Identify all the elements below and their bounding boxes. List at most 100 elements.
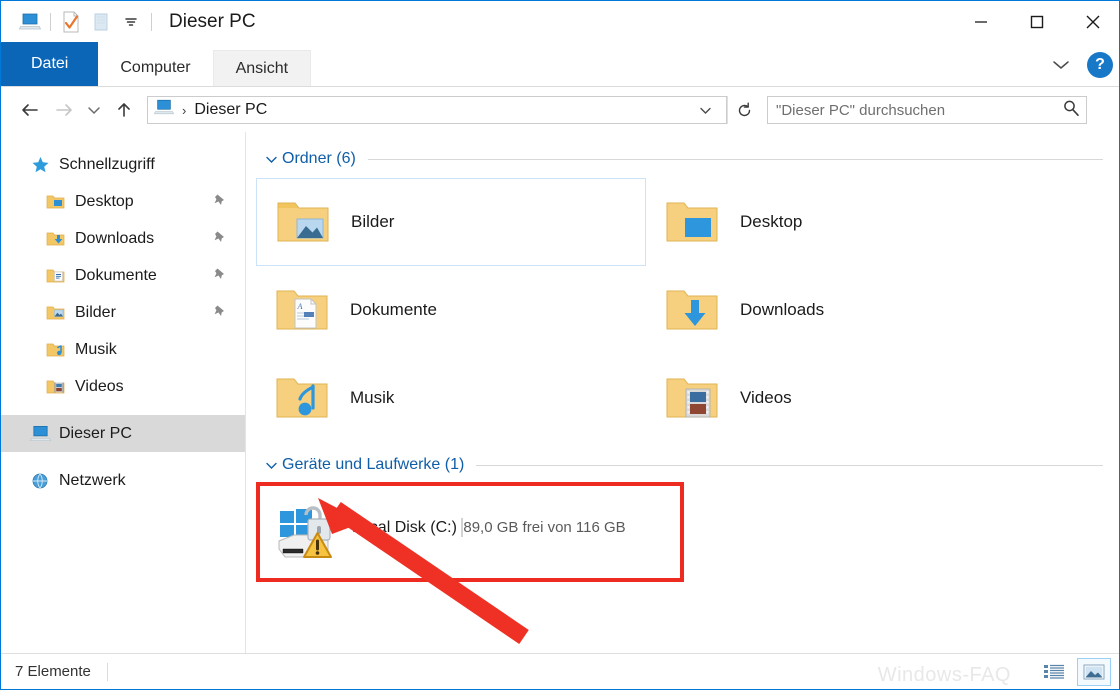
maximize-button[interactable]	[1009, 1, 1065, 43]
folder-pictures-icon	[271, 190, 335, 254]
folder-item-bilder[interactable]: Bilder	[256, 178, 646, 266]
sidebar-item-dokumente[interactable]: Dokumente	[1, 257, 245, 294]
chevron-down-icon[interactable]	[1045, 49, 1077, 81]
breadcrumb-this-pc-icon[interactable]	[153, 99, 175, 121]
sidebar-item-label: Dokumente	[75, 266, 157, 284]
sidebar-item-netzwerk[interactable]: Netzwerk	[1, 462, 245, 499]
folder-item-label: Dokumente	[350, 300, 437, 319]
pin-icon[interactable]	[213, 267, 227, 287]
folder-item-label: Bilder	[351, 212, 395, 231]
folder-desktop-icon	[660, 190, 724, 254]
breadcrumb-separator: ›	[182, 102, 187, 118]
folder-item-label: Musik	[350, 388, 395, 407]
search-box[interactable]: "Dieser PC" durchsuchen	[767, 96, 1087, 124]
folder-documents-icon: A	[270, 278, 334, 342]
sidebar-item-videos[interactable]: Videos	[1, 368, 245, 405]
sidebar-item-label: Netzwerk	[59, 471, 126, 489]
breadcrumb-label[interactable]: Dieser PC	[194, 101, 267, 119]
pin-icon[interactable]	[213, 304, 227, 324]
folder-item-label: Desktop	[740, 212, 803, 231]
folder-videos-icon	[660, 366, 724, 430]
recent-locations-button[interactable]	[81, 93, 107, 127]
folder-item-label: Videos	[740, 388, 792, 407]
explorer-body: Schnellzugriff Desktop Downloads Dokumen…	[1, 132, 1119, 654]
windows-drive-icon	[274, 495, 344, 561]
folder-item-videos[interactable]: Videos	[646, 354, 1036, 442]
folder-item-downloads[interactable]: Downloads	[646, 266, 1036, 354]
sidebar-item-downloads[interactable]: Downloads	[1, 220, 245, 257]
chevron-down-icon[interactable]	[262, 461, 280, 470]
customize-dropdown-icon[interactable]	[116, 9, 146, 35]
address-bar: › Dieser PC "Dieser PC" durchsuchen	[1, 88, 1119, 132]
sidebar-item-dieser-pc[interactable]: Dieser PC	[1, 415, 245, 452]
back-button[interactable]	[13, 93, 47, 127]
drive-item-local-disk-c[interactable]: Local Disk (C:) 89,0 GB frei von 116 GB	[260, 482, 680, 574]
chevron-down-icon[interactable]	[262, 155, 280, 164]
drive-name-label: Local Disk (C:)	[352, 519, 457, 536]
tab-computer[interactable]: Computer	[98, 50, 212, 86]
this-pc-icon	[29, 424, 51, 444]
drive-area: Local Disk (C:) 89,0 GB frei von 116 GB	[256, 482, 1119, 645]
folder-item-label: Downloads	[740, 300, 825, 319]
forward-button[interactable]	[47, 93, 81, 127]
address-dropdown-icon[interactable]	[690, 96, 720, 124]
sidebar-item-musik[interactable]: Musik	[1, 331, 245, 368]
properties-icon[interactable]	[56, 9, 86, 35]
folder-pictures-icon	[45, 303, 67, 323]
large-icons-view-icon[interactable]	[1077, 657, 1111, 686]
svg-text:A: A	[297, 302, 303, 311]
status-bar: 7 Elemente Windows-FAQ	[1, 653, 1119, 689]
search-icon[interactable]	[1062, 99, 1080, 122]
star-icon	[29, 155, 51, 175]
window-controls	[953, 1, 1119, 43]
folder-documents-icon	[45, 266, 67, 286]
folder-item-musik[interactable]: Musik	[256, 354, 646, 442]
folder-music-icon	[45, 340, 67, 360]
close-button[interactable]	[1065, 1, 1119, 43]
tab-ansicht[interactable]: Ansicht	[212, 50, 312, 86]
this-pc-icon[interactable]	[15, 9, 45, 35]
sidebar-item-schnellzugriff[interactable]: Schnellzugriff	[1, 146, 245, 183]
group-divider	[476, 464, 1103, 466]
minimize-button[interactable]	[953, 1, 1009, 43]
toolbar-divider-2	[151, 13, 152, 31]
sidebar-item-label: Desktop	[75, 192, 134, 210]
new-folder-icon[interactable]	[86, 9, 116, 35]
up-button[interactable]	[107, 93, 141, 127]
folder-item-dokumente[interactable]: A Dokumente	[256, 266, 646, 354]
search-input[interactable]: "Dieser PC" durchsuchen	[776, 102, 945, 119]
drive-info: Local Disk (C:) 89,0 GB frei von 116 GB	[352, 518, 626, 537]
refresh-button[interactable]	[727, 96, 761, 124]
pin-icon[interactable]	[213, 193, 227, 213]
sidebar-item-label: Musik	[75, 340, 117, 358]
folder-downloads-icon	[45, 229, 67, 249]
status-divider	[106, 662, 108, 681]
watermark-label: Windows-FAQ	[877, 664, 1011, 686]
file-explorer-window: Dieser PC Datei Computer Ansicht ? › Die…	[0, 0, 1120, 690]
window-title: Dieser PC	[169, 11, 256, 32]
sidebar-item-desktop[interactable]: Desktop	[1, 183, 245, 220]
title-bar: Dieser PC	[1, 1, 1119, 43]
address-path-field[interactable]: › Dieser PC	[147, 96, 727, 124]
sidebar-item-label: Schnellzugriff	[59, 155, 155, 173]
navigation-pane: Schnellzugriff Desktop Downloads Dokumen…	[1, 132, 246, 654]
group-title: Geräte und Laufwerke (1)	[282, 456, 465, 473]
group-header-geraete[interactable]: Geräte und Laufwerke (1)	[256, 450, 1119, 480]
items-view: Ordner (6) Bilder Desktop A Dokumente Do…	[246, 132, 1119, 654]
details-view-icon[interactable]	[1037, 658, 1071, 686]
tab-datei[interactable]: Datei	[1, 42, 99, 86]
quick-access-toolbar	[1, 9, 157, 35]
group-title: Ordner (6)	[282, 150, 356, 167]
pin-icon[interactable]	[213, 230, 227, 250]
folder-item-desktop[interactable]: Desktop	[646, 178, 1036, 266]
help-button[interactable]: ?	[1087, 52, 1113, 78]
folder-desktop-icon	[45, 192, 67, 212]
folder-downloads-icon	[660, 278, 724, 342]
sidebar-item-bilder[interactable]: Bilder	[1, 294, 245, 331]
sidebar-item-label: Downloads	[75, 229, 155, 247]
group-header-ordner[interactable]: Ordner (6)	[256, 144, 1119, 174]
folder-videos-icon	[45, 377, 67, 397]
sidebar-item-label: Videos	[75, 377, 124, 395]
